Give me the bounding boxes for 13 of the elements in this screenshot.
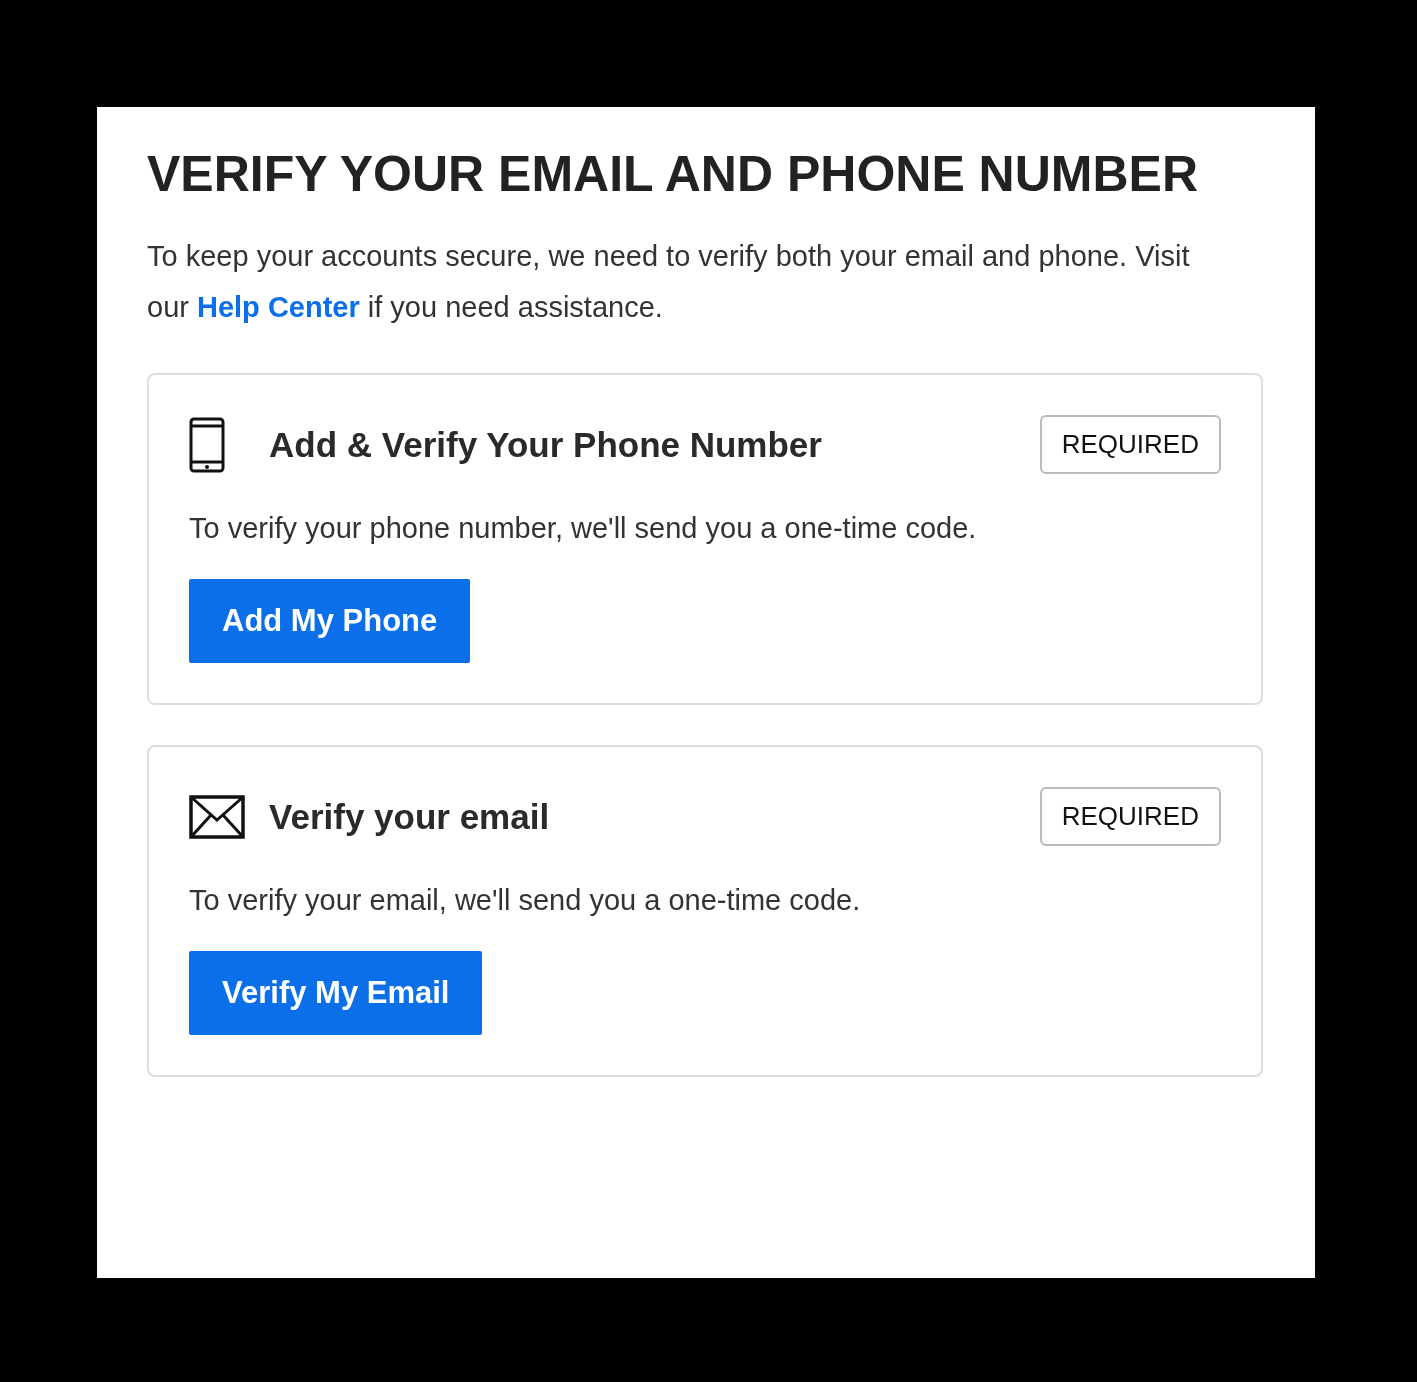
add-phone-button[interactable]: Add My Phone [189,579,471,663]
verify-email-button[interactable]: Verify My Email [189,951,483,1035]
required-badge: REQUIRED [1039,787,1221,846]
envelope-icon [189,794,245,839]
phone-icon [189,416,225,473]
card-title: Verify your email [269,796,551,837]
intro-text: To keep your accounts secure, we need to verify both your email and phone. Visit our Help Center if you need assistance. [147,239,1191,325]
card-description: To verify your email, we'll send you a one-time code. [189,884,862,917]
card-title: Add & Verify Your Phone Number [269,424,823,465]
required-badge: REQUIRED [1039,415,1221,474]
help-center-link[interactable]: Help Center [197,291,360,323]
page-heading: VERIFY YOUR EMAIL AND PHONE NUMBER [147,145,1200,204]
card-description: To verify your phone number, we'll send you a one-time code. [189,512,978,545]
